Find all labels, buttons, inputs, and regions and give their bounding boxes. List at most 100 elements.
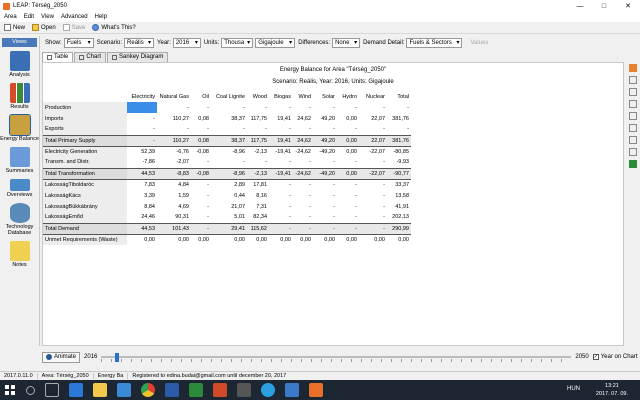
table-cell[interactable]: -: [337, 190, 359, 201]
table-cell[interactable]: 5,01: [211, 212, 247, 223]
table-cell[interactable]: 82,34: [247, 212, 269, 223]
table-cell[interactable]: -24,62: [293, 145, 313, 157]
table-cell[interactable]: -: [127, 134, 157, 146]
row-label[interactable]: Total Primary Supply: [43, 134, 127, 146]
leap-taskbar-icon[interactable]: [309, 383, 323, 397]
table-cell[interactable]: -: [191, 178, 211, 190]
table-cell[interactable]: 115,62: [247, 222, 269, 234]
table-cell[interactable]: -: [293, 178, 313, 190]
table-cell[interactable]: -: [247, 157, 269, 168]
table-cell[interactable]: -2,13: [247, 167, 269, 179]
column-header[interactable]: Nuclear: [359, 91, 387, 102]
store-icon[interactable]: [117, 383, 131, 397]
year-slider[interactable]: [101, 352, 572, 362]
tab-sankey-diagram[interactable]: Sankey Diagram: [107, 52, 169, 62]
table-cell[interactable]: 0,00: [247, 233, 269, 245]
sidebar-item-notes[interactable]: Notes: [0, 241, 39, 268]
table-cell[interactable]: -: [313, 222, 337, 234]
menu-advanced[interactable]: Advanced: [61, 14, 88, 20]
word-icon[interactable]: [165, 383, 179, 397]
year-on-chart-checkbox[interactable]: ✓ Year on Chart: [592, 354, 638, 360]
percent-icon[interactable]: [628, 112, 637, 120]
table-cell[interactable]: 24,62: [293, 113, 313, 124]
table-cell[interactable]: -: [293, 222, 313, 234]
table-cell[interactable]: -: [359, 222, 387, 234]
row-label[interactable]: Production: [43, 102, 127, 113]
table-cell[interactable]: -: [211, 102, 247, 113]
table-cell[interactable]: 7,31: [247, 201, 269, 212]
scenario-select[interactable]: Reális: [124, 37, 155, 48]
edge-icon[interactable]: [69, 383, 83, 397]
differences-select[interactable]: None: [332, 37, 361, 48]
table-cell[interactable]: 38,37: [211, 134, 247, 146]
table-cell[interactable]: 0,00: [269, 233, 293, 245]
table-cell[interactable]: -: [359, 190, 387, 201]
column-header[interactable]: Biogas: [269, 91, 293, 102]
table-cell[interactable]: 4,84: [157, 178, 191, 190]
year-select[interactable]: 2016: [172, 37, 201, 48]
print-icon[interactable]: [628, 136, 637, 144]
close-icon[interactable]: ✕: [616, 0, 640, 12]
row-label[interactable]: Total Demand: [43, 222, 127, 234]
table-cell[interactable]: 4,69: [157, 201, 191, 212]
row-label[interactable]: Total Transformation: [43, 167, 127, 179]
table-cell[interactable]: -7,86: [127, 157, 157, 168]
table-cell[interactable]: -: [269, 201, 293, 212]
table-cell[interactable]: -: [269, 157, 293, 168]
table-cell[interactable]: 22,07: [359, 134, 387, 146]
sidebar-item-summaries[interactable]: Summaries: [0, 147, 39, 174]
table-cell[interactable]: 44,53: [127, 222, 157, 234]
table-cell[interactable]: -: [127, 124, 157, 135]
table-cell[interactable]: 0,00: [387, 233, 411, 245]
table-cell[interactable]: -: [293, 212, 313, 223]
table-cell[interactable]: -: [337, 178, 359, 190]
table-cell[interactable]: -19,41: [269, 167, 293, 179]
table-cell[interactable]: -0,08: [191, 167, 211, 179]
table-cell[interactable]: -: [269, 222, 293, 234]
table-cell[interactable]: -: [337, 222, 359, 234]
table-cell[interactable]: -: [337, 102, 359, 113]
table-cell[interactable]: -: [313, 190, 337, 201]
format-icon[interactable]: [628, 100, 637, 108]
units-select[interactable]: Gigajoule: [255, 37, 296, 48]
table-cell[interactable]: 101,43: [157, 222, 191, 234]
table-cell[interactable]: -: [191, 102, 211, 113]
table-cell[interactable]: -: [387, 102, 411, 113]
table-cell[interactable]: -: [269, 102, 293, 113]
row-label[interactable]: Exports: [43, 124, 127, 135]
table-cell[interactable]: -: [359, 178, 387, 190]
table-cell[interactable]: -: [313, 201, 337, 212]
minimize-icon[interactable]: —: [568, 0, 592, 12]
table-cell[interactable]: -: [359, 102, 387, 113]
table-cell[interactable]: 0,08: [191, 134, 211, 146]
table-cell[interactable]: -: [191, 201, 211, 212]
table-cell[interactable]: -: [293, 201, 313, 212]
table-cell[interactable]: -80,85: [387, 145, 411, 157]
column-header[interactable]: Coal Lignite: [211, 91, 247, 102]
table-cell[interactable]: -: [191, 157, 211, 168]
new-button[interactable]: New: [4, 24, 25, 31]
table-cell[interactable]: -: [293, 157, 313, 168]
table-cell[interactable]: -: [293, 102, 313, 113]
table-cell[interactable]: 381,76: [387, 113, 411, 124]
table-cell[interactable]: 110,27: [157, 113, 191, 124]
table-cell[interactable]: -49,20: [313, 167, 337, 179]
save-button[interactable]: Save: [62, 24, 85, 31]
tray-language[interactable]: HUN: [567, 386, 580, 392]
windows-start-icon[interactable]: [5, 385, 15, 395]
open-button[interactable]: Open: [32, 24, 56, 31]
photos-icon[interactable]: [285, 383, 299, 397]
media-icon[interactable]: [237, 383, 251, 397]
chrome-icon[interactable]: [141, 383, 155, 397]
table-cell[interactable]: 44,53: [127, 167, 157, 179]
table-cell[interactable]: 0,00: [337, 113, 359, 124]
table-cell[interactable]: 0,00: [157, 233, 191, 245]
table-cell[interactable]: 49,20: [313, 113, 337, 124]
sidebar-item-overviews[interactable]: Overviews: [0, 179, 39, 198]
table-cell[interactable]: -2,07: [157, 157, 191, 168]
table-cell[interactable]: -: [359, 201, 387, 212]
table-cell[interactable]: -: [157, 124, 191, 135]
column-header[interactable]: Oil: [191, 91, 211, 102]
table-cell[interactable]: -: [247, 124, 269, 135]
table-cell[interactable]: -8,96: [211, 145, 247, 157]
